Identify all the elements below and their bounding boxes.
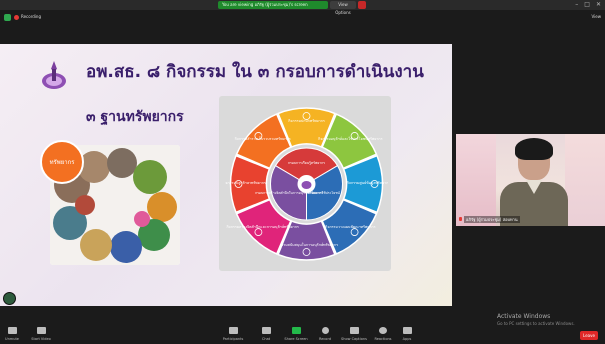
chat-button[interactable]: Chat	[251, 327, 281, 341]
minimize-icon[interactable]: –	[575, 1, 578, 8]
start-video-label: Start Video	[31, 337, 51, 341]
security-shield-icon[interactable]	[4, 14, 11, 21]
recording-icon	[14, 15, 19, 20]
apps-button[interactable]: Apps	[392, 327, 422, 341]
wheel-segment-label: กิจกรรมปลูกรักษาทรัพยากร	[225, 181, 266, 185]
royal-emblem-icon	[42, 61, 66, 89]
share-screen-label: Share Screen	[284, 337, 308, 341]
share-screen-icon	[291, 327, 301, 334]
meeting-info-bar	[0, 11, 605, 25]
muted-mic-icon	[459, 217, 462, 221]
hub-emblem-icon	[301, 181, 312, 189]
slide-subtitle: ๓ ฐานทรัพยากร	[86, 109, 184, 125]
stop-share-button[interactable]	[358, 1, 366, 9]
chat-label: Chat	[261, 337, 271, 341]
participant-video-tile[interactable]	[456, 134, 605, 226]
view-options-button[interactable]: View Options	[330, 1, 356, 15]
screen-share-banner[interactable]: You are viewing อภิรัฐ (ผู้ร่วมประชุม)'s…	[218, 1, 328, 9]
apps-label: Apps	[402, 337, 412, 341]
video-background	[456, 134, 496, 226]
record-button[interactable]: Record	[310, 327, 340, 341]
close-icon[interactable]: ✕	[596, 1, 601, 8]
wheel-segment-label: กิจกรรมวางแผนพัฒนาทรัพยากร	[325, 225, 375, 229]
reactions-label: Reactions	[374, 337, 392, 341]
reactions-icon	[379, 327, 387, 334]
microphone-icon	[7, 327, 17, 334]
record-icon	[321, 327, 329, 334]
participants-button[interactable]: Participants	[218, 327, 248, 341]
share-screen-button[interactable]: Share Screen	[281, 327, 311, 341]
apps-icon	[402, 327, 412, 334]
participants-icon	[228, 327, 238, 334]
participants-label: Participants	[222, 337, 244, 341]
maximize-icon[interactable]: □	[584, 1, 590, 8]
slide-title: อพ.สธ. ๘ กิจกรรม ใน ๓ กรอบการดำเนินงาน	[86, 62, 424, 82]
participant-hair	[515, 138, 553, 160]
wheel-center-label: กรอบการเรียนรู้ทรัพยากร	[288, 160, 325, 165]
shared-slide: อพ.สธ. ๘ กิจกรรม ใน ๓ กรอบการดำเนินงาน ๓…	[0, 44, 452, 306]
record-label: Record	[318, 337, 332, 341]
wheel-segment-label: กิจกรรมปกปักทรัพยากร	[288, 119, 325, 123]
wheel-segment-label: กิจกรรมศูนย์ข้อมูลทรัพยากร	[347, 180, 388, 185]
recording-label[interactable]: Recording	[21, 14, 41, 19]
annotate-button[interactable]	[3, 292, 16, 305]
unmute-button[interactable]: Unmute	[0, 327, 27, 341]
captions-icon	[349, 327, 359, 334]
unmute-label: Unmute	[5, 337, 19, 341]
participant-name-label: อภิรัฐ (ผู้ร่วมประชุม) สอบทาน	[464, 216, 520, 223]
chat-icon	[261, 327, 271, 334]
show-captions-label: Show Captions	[341, 337, 367, 341]
show-captions-button[interactable]: Show Captions	[339, 327, 369, 341]
view-button[interactable]: View	[592, 14, 602, 19]
activate-windows-title: Activate Windows	[497, 313, 551, 320]
resources-circle-label: ทรัพยากร	[40, 140, 84, 184]
activities-wheel-diagram: กิจกรรมปกปักทรัพยากรกิจกรรมอนุรักษ์และใช…	[225, 107, 388, 261]
video-background-right	[565, 134, 605, 226]
camera-icon	[36, 327, 46, 334]
window-controls: – □ ✕	[575, 1, 601, 8]
leave-meeting-button[interactable]: Leave	[580, 331, 598, 340]
start-video-button[interactable]: Start Video	[26, 327, 56, 341]
